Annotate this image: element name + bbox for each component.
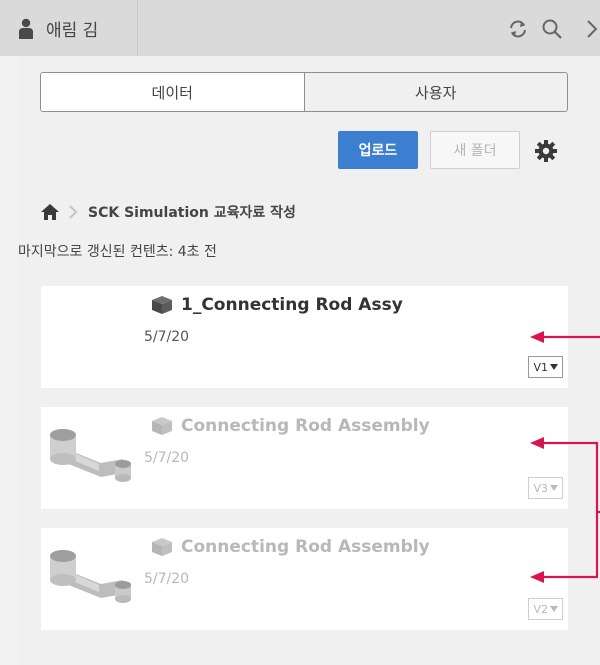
chevron-down-icon: [550, 364, 558, 370]
chevron-down-icon: [550, 485, 558, 491]
refresh-icon[interactable]: [506, 17, 530, 41]
breadcrumb: SCK Simulation 교육자료 작성: [40, 200, 296, 224]
tab-data[interactable]: 데이터: [41, 73, 304, 111]
item-date: 5/7/20: [144, 450, 190, 466]
gear-icon[interactable]: [534, 139, 558, 163]
assembly-icon: [152, 417, 172, 435]
user-name[interactable]: 애림 김: [46, 16, 98, 41]
home-icon[interactable]: [40, 203, 60, 221]
version-label: V3: [533, 481, 548, 495]
divider: [137, 0, 138, 56]
version-dropdown[interactable]: V2: [528, 598, 563, 620]
item-date: 5/7/20: [144, 329, 190, 345]
assembly-icon: [152, 296, 172, 314]
breadcrumb-folder[interactable]: SCK Simulation 교육자료 작성: [88, 202, 296, 222]
connecting-rod-thumbnail: [50, 429, 131, 482]
version-dropdown[interactable]: V1: [528, 356, 563, 378]
list-item[interactable]: Connecting Rod Assembly 5/7/20 V3: [41, 407, 568, 509]
search-icon[interactable]: [540, 17, 564, 41]
close-icon[interactable]: [584, 17, 600, 41]
connecting-rod-thumbnail: [50, 550, 131, 603]
last-updated-text: 마지막으로 갱신된 컨텐츠: 4초 전: [18, 244, 217, 260]
item-title[interactable]: 1_Connecting Rod Assy: [181, 295, 403, 315]
chevron-right-icon: [69, 205, 78, 219]
thumbnail: [41, 286, 146, 388]
upload-button[interactable]: 업로드: [338, 131, 418, 169]
user-icon: [19, 18, 33, 39]
version-label: V1: [533, 360, 548, 374]
tab-users[interactable]: 사용자: [303, 73, 568, 111]
list-item[interactable]: 1_Connecting Rod Assy 5/7/20 V1: [41, 286, 568, 388]
item-title[interactable]: Connecting Rod Assembly: [181, 416, 430, 436]
list-item[interactable]: Connecting Rod Assembly 5/7/20 V2: [41, 528, 568, 630]
version-dropdown[interactable]: V3: [528, 477, 563, 499]
item-date: 5/7/20: [144, 571, 190, 587]
item-title[interactable]: Connecting Rod Assembly: [181, 537, 430, 557]
chevron-down-icon: [550, 606, 558, 612]
assembly-icon: [152, 538, 172, 556]
tab-bar: 데이터 사용자: [40, 72, 568, 112]
new-folder-button[interactable]: 새 폴더: [430, 131, 520, 169]
version-label: V2: [533, 602, 548, 616]
top-bar: 애림 김: [0, 0, 600, 56]
